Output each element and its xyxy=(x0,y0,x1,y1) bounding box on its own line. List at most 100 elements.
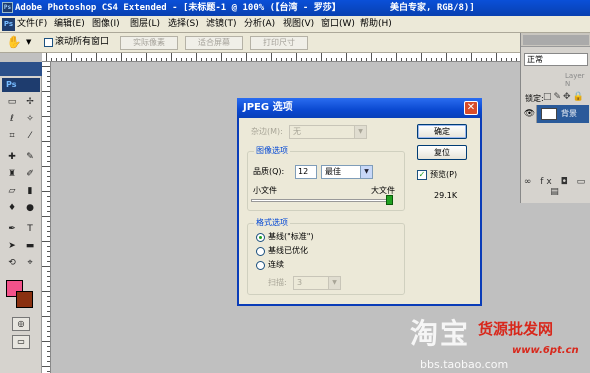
ruler-tick xyxy=(47,181,50,182)
menu-select[interactable]: 选择(S) xyxy=(168,18,199,31)
file-size-readout: 29.1K xyxy=(434,191,458,200)
ruler-tick xyxy=(76,58,77,61)
ruler-tick xyxy=(47,101,50,102)
ruler-tick xyxy=(47,171,50,172)
menu-filter[interactable]: 滤镜(T) xyxy=(206,18,237,31)
hand-tool-box-icon[interactable] xyxy=(3,262,21,277)
ruler-tick xyxy=(301,58,302,61)
menu-layer[interactable]: 图层(L) xyxy=(130,18,160,31)
ruler-tick xyxy=(47,136,50,137)
ruler-tick xyxy=(236,58,237,61)
menu-file[interactable]: 文件(F) xyxy=(17,18,47,31)
quality-slider-track[interactable] xyxy=(251,199,389,202)
ruler-tick xyxy=(47,251,50,252)
3d-camera-icon[interactable]: ⌖ xyxy=(21,256,39,271)
layer-row-background[interactable]: 👁 背景 xyxy=(523,105,589,123)
ruler-tick xyxy=(42,266,50,267)
dodge-tool-icon[interactable]: ● xyxy=(21,201,39,216)
menu-image[interactable]: 图像(I) xyxy=(92,18,120,31)
eyedropper-tool-icon[interactable]: ⁄ xyxy=(21,129,39,144)
vertical-ruler[interactable] xyxy=(42,62,51,373)
menu-window[interactable]: 窗口(W) xyxy=(321,18,355,31)
toolbox-header[interactable] xyxy=(0,62,42,76)
print-size-button[interactable]: 打印尺寸 xyxy=(250,36,308,50)
eraser-tool-icon[interactable]: ▱ xyxy=(3,184,21,199)
menu-view[interactable]: 视图(V) xyxy=(283,18,314,31)
ruler-tick xyxy=(166,58,167,61)
layers-panel-header[interactable] xyxy=(521,33,590,47)
shape-tool-icon[interactable]: ▬ xyxy=(21,239,39,254)
ruler-tick xyxy=(306,58,307,61)
eye-visibility-icon[interactable]: 👁 xyxy=(523,105,537,123)
preview-checkbox[interactable]: ✓ xyxy=(417,170,427,180)
quick-mask-button[interactable]: ◎ xyxy=(12,317,30,331)
hand-tool-icon[interactable]: ✋ xyxy=(6,35,22,50)
ruler-tick xyxy=(47,256,50,257)
blend-mode-select[interactable]: 正常 xyxy=(524,53,588,66)
toolbox: Ps ▭ ✢ ℓ ✧ ⌗ ⁄ ✚ ✎ ♜ ✐ ▱ ▮ ♦ ● ✒ T ➤ ▬ ⟲… xyxy=(0,62,42,373)
lasso-tool-icon[interactable]: ℓ xyxy=(3,112,21,127)
ruler-tick xyxy=(47,176,50,177)
ruler-tick xyxy=(46,53,47,61)
quality-input[interactable]: 12 xyxy=(295,165,317,179)
reset-button[interactable]: 复位 xyxy=(417,145,467,160)
actual-pixels-button[interactable]: 实际像素 xyxy=(120,36,178,50)
ruler-tick xyxy=(346,53,347,61)
ruler-tick xyxy=(47,371,50,372)
ruler-tick xyxy=(42,166,50,167)
ruler-tick xyxy=(42,241,50,242)
type-tool-icon[interactable]: T xyxy=(21,222,39,237)
ok-button[interactable]: 确定 xyxy=(417,124,467,139)
quality-slider-thumb[interactable] xyxy=(386,195,393,205)
ruler-tick xyxy=(42,291,50,292)
ruler-tick xyxy=(47,156,50,157)
magic-wand-icon[interactable]: ✧ xyxy=(21,112,39,127)
menu-help[interactable]: 帮助(H) xyxy=(360,18,392,31)
quality-preset-select[interactable]: 最佳 ▼ xyxy=(321,165,373,179)
ruler-tick xyxy=(47,221,50,222)
chevron-down-icon[interactable]: ▼ xyxy=(360,166,372,178)
dialog-title-bar[interactable]: JPEG 选项 xyxy=(237,98,482,118)
clone-stamp-icon[interactable]: ♜ xyxy=(3,167,21,182)
baseline-standard-radio[interactable] xyxy=(256,233,265,242)
ruler-tick xyxy=(511,58,512,61)
ruler-tick xyxy=(331,58,332,61)
chevron-down-icon: ▼ xyxy=(328,277,340,289)
background-color-swatch[interactable] xyxy=(16,291,33,308)
ruler-tick xyxy=(47,146,50,147)
ruler-tick xyxy=(47,286,50,287)
move-tool-icon[interactable]: ▭ xyxy=(3,95,21,110)
image-options-title: 图像选项 xyxy=(254,145,290,157)
layers-panel-tab[interactable] xyxy=(523,35,589,45)
ruler-tick xyxy=(47,131,50,132)
scroll-all-windows-checkbox[interactable] xyxy=(44,38,53,47)
lock-options-icons[interactable]: □✎✥🔒 xyxy=(543,92,586,102)
ruler-tick xyxy=(221,53,222,61)
ruler-tick xyxy=(426,58,427,61)
pen-tool-icon[interactable]: ✒ xyxy=(3,222,21,237)
menu-analysis[interactable]: 分析(A) xyxy=(244,18,275,31)
fit-screen-button[interactable]: 适合屏幕 xyxy=(185,36,243,50)
ruler-tick xyxy=(47,306,50,307)
history-brush-icon[interactable]: ✐ xyxy=(21,167,39,182)
healing-brush-icon[interactable]: ✚ xyxy=(3,150,21,165)
horizontal-ruler[interactable] xyxy=(42,53,520,62)
screen-mode-button[interactable]: ▭ xyxy=(12,335,30,349)
quality-label: 品质(Q): xyxy=(253,167,285,176)
close-icon[interactable]: ✕ xyxy=(464,101,478,115)
marquee-tool-icon[interactable]: ✢ xyxy=(21,95,39,110)
baseline-optimized-radio[interactable] xyxy=(256,247,265,256)
menu-edit[interactable]: 编辑(E) xyxy=(54,18,85,31)
ruler-tick xyxy=(226,58,227,61)
toolbox-ps-logo[interactable]: Ps xyxy=(2,78,40,92)
ruler-tick xyxy=(316,58,317,61)
tool-preset-arrow-icon[interactable]: ▼ xyxy=(26,38,31,46)
crop-tool-icon[interactable]: ⌗ xyxy=(3,129,21,144)
layers-panel-footer-icons[interactable]: ∞ fx ◘ ▭ ▤ xyxy=(523,177,589,197)
gradient-tool-icon[interactable]: ▮ xyxy=(21,184,39,199)
blur-tool-icon[interactable]: ♦ xyxy=(3,201,21,216)
ps-logo-icon[interactable]: Ps xyxy=(2,18,15,31)
progressive-radio[interactable] xyxy=(256,261,265,270)
path-select-icon[interactable]: ➤ xyxy=(3,239,21,254)
brush-tool-icon[interactable]: ✎ xyxy=(21,150,39,165)
